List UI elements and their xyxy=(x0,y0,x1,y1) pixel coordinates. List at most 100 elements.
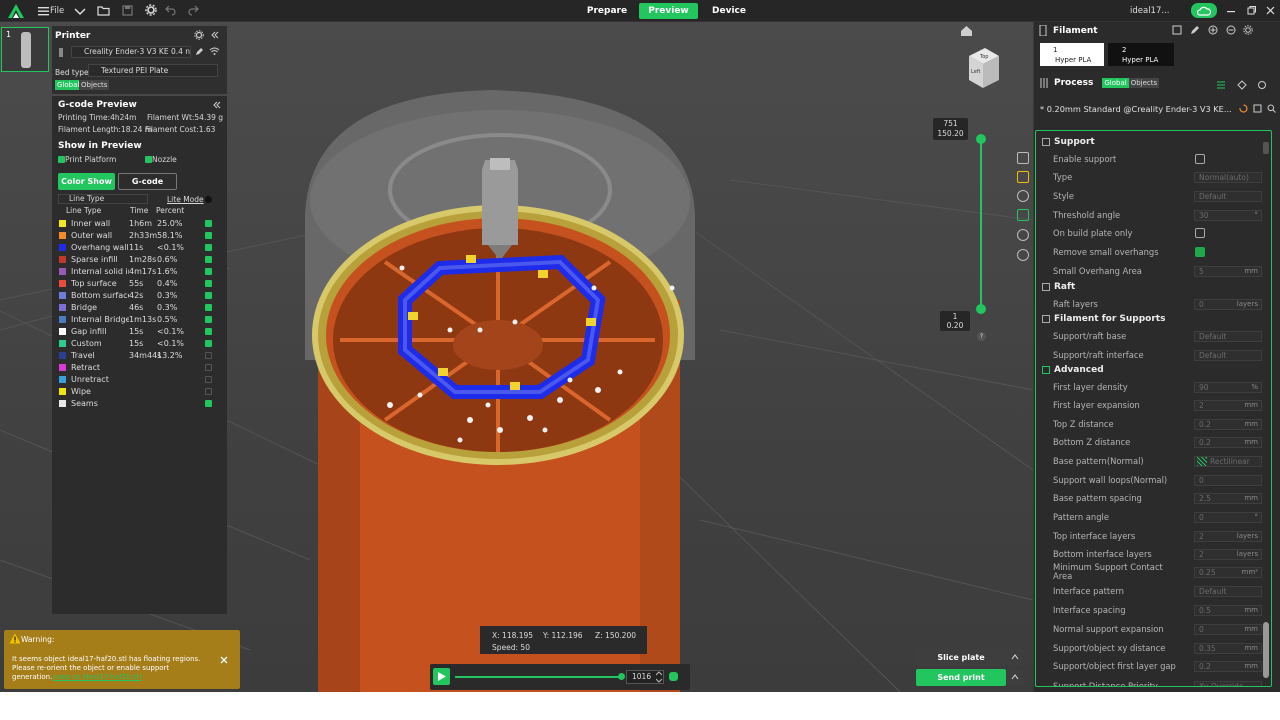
build-plate-only-checkbox[interactable] xyxy=(1195,228,1205,238)
gcode-button[interactable]: G-code xyxy=(118,173,177,190)
line-color-swatch[interactable] xyxy=(59,279,66,287)
home-icon[interactable] xyxy=(960,25,973,37)
3d-viewport[interactable]: Top Left 751 150.20 1 0.20 ? 1 Printer C… xyxy=(0,22,1033,692)
edit-pencil-icon[interactable] xyxy=(195,47,204,56)
support-icon[interactable] xyxy=(1017,209,1029,221)
line-type-visibility-checkbox[interactable] xyxy=(205,279,212,287)
line-type-visibility-checkbox[interactable] xyxy=(205,291,212,299)
bottom-z-distance-input[interactable]: 0.2 mm xyxy=(1194,436,1262,448)
filament-settings-icon[interactable] xyxy=(1243,25,1253,35)
edit-profile-icon[interactable] xyxy=(1253,104,1262,113)
top-interface-layers-input[interactable]: 2 layers xyxy=(1194,530,1262,542)
remove-small-overhangs-checkbox[interactable] xyxy=(1195,247,1205,257)
base-pattern-input[interactable]: Rectilinear xyxy=(1194,455,1262,467)
move-slider-handle[interactable] xyxy=(618,673,625,680)
line-type-visibility-checkbox[interactable] xyxy=(205,267,212,275)
support-object-first-layer-gap-input[interactable]: 0.2 mm xyxy=(1194,660,1262,672)
color-show-button[interactable]: Color Show xyxy=(58,173,115,190)
speed-icon[interactable] xyxy=(1017,190,1029,202)
print-platform-toggle[interactable]: Print Platform xyxy=(58,155,116,164)
printer-select[interactable]: Creality Ender-3 V3 KE 0.4 noz... xyxy=(71,46,191,58)
add-filament-icon[interactable] xyxy=(1208,25,1218,35)
line-type-visibility-checkbox[interactable] xyxy=(205,327,212,335)
wifi-icon[interactable] xyxy=(209,47,220,56)
line-type-visibility-checkbox[interactable] xyxy=(205,255,212,263)
nozzle-toggle[interactable]: Nozzle xyxy=(145,155,177,164)
support-raft-base-select[interactable]: Default xyxy=(1194,330,1262,342)
layer-slider-track[interactable] xyxy=(980,138,982,310)
move-slider-track[interactable] xyxy=(455,676,622,678)
quality-icon[interactable] xyxy=(1017,171,1029,183)
slice-plate-button[interactable]: Slice plate xyxy=(916,649,1006,666)
line-color-swatch[interactable] xyxy=(59,327,66,335)
save-icon[interactable] xyxy=(122,5,133,21)
tab-preview[interactable]: Preview xyxy=(639,3,698,19)
play-button[interactable] xyxy=(433,668,450,685)
settings-scrollbar[interactable] xyxy=(1263,622,1269,678)
line-color-swatch[interactable] xyxy=(59,363,66,371)
chevron-down-icon[interactable] xyxy=(74,6,86,16)
normal-support-expansion-input[interactable]: 0 mm xyxy=(1194,623,1262,635)
type-select[interactable]: Normal(auto) xyxy=(1194,171,1262,183)
plate-thumbnail[interactable]: 1 xyxy=(1,27,49,72)
line-color-swatch[interactable] xyxy=(59,267,66,275)
line-type-visibility-checkbox[interactable] xyxy=(205,315,212,323)
support-wall-loops-input[interactable]: 0 xyxy=(1194,474,1262,486)
file-menu[interactable]: File xyxy=(38,3,86,19)
line-type-visibility-checkbox[interactable] xyxy=(205,231,212,239)
small-overhang-area-input[interactable]: 5 mm xyxy=(1194,265,1262,277)
search-icon[interactable] xyxy=(1267,104,1276,113)
pattern-angle-input[interactable]: 0 ° xyxy=(1194,511,1262,523)
bottom-interface-layers-input[interactable]: 2 layers xyxy=(1194,548,1262,560)
process-scope-objects[interactable]: Objects xyxy=(1128,78,1160,88)
warning-jump-link[interactable]: Jump to ideal17-haf20.stl xyxy=(53,673,141,681)
nozzle-checkbox[interactable] xyxy=(145,156,152,163)
threshold-angle-input[interactable]: 30 ° xyxy=(1194,209,1262,221)
process-scope-global[interactable]: Global xyxy=(1102,78,1129,88)
filament-slot-2[interactable]: 2 Hyper PLA xyxy=(1108,43,1174,66)
view-cube[interactable]: Top Left xyxy=(965,44,1001,92)
line-type-visibility-checkbox[interactable] xyxy=(205,363,212,371)
send-print-button[interactable]: Send print xyxy=(916,669,1006,686)
base-pattern-spacing-input[interactable]: 2.5 mm xyxy=(1194,492,1262,504)
process-more-icon[interactable] xyxy=(1257,80,1267,90)
send-options-button[interactable] xyxy=(1007,669,1023,686)
close-icon[interactable] xyxy=(1266,6,1275,22)
enable-support-checkbox[interactable] xyxy=(1195,154,1205,164)
tab-prepare[interactable]: Prepare xyxy=(582,3,632,19)
app-logo-icon[interactable] xyxy=(8,4,24,18)
layer-slider-bottom-handle[interactable] xyxy=(976,304,986,314)
min-support-contact-area-input[interactable]: 0.25 mm² xyxy=(1194,566,1262,578)
interface-pattern-input[interactable]: Default xyxy=(1194,585,1262,597)
support-distance-priority-input[interactable]: Xy Override xyxy=(1194,680,1262,686)
printer-scope-global[interactable]: Global xyxy=(55,80,82,90)
maximize-icon[interactable] xyxy=(1247,6,1256,22)
gear-icon[interactable] xyxy=(145,4,157,20)
line-color-swatch[interactable] xyxy=(59,255,66,263)
cloud-sync-button[interactable] xyxy=(1191,3,1217,18)
raft-layers-input[interactable]: 0 layers xyxy=(1194,298,1262,310)
line-type-visibility-checkbox[interactable] xyxy=(205,375,212,383)
line-type-visibility-checkbox[interactable] xyxy=(205,339,212,347)
undo-icon[interactable] xyxy=(165,5,176,21)
style-select[interactable]: Default xyxy=(1194,190,1262,202)
slider-help-icon[interactable]: ? xyxy=(977,332,986,341)
settings-scroll-up[interactable] xyxy=(1263,142,1269,154)
line-color-swatch[interactable] xyxy=(59,291,66,299)
line-color-swatch[interactable] xyxy=(59,387,66,395)
collapse-panel-icon[interactable] xyxy=(211,31,219,39)
line-type-visibility-checkbox[interactable] xyxy=(205,303,212,311)
layer-list-icon[interactable] xyxy=(1017,152,1029,164)
open-folder-icon[interactable] xyxy=(97,5,110,21)
line-type-visibility-checkbox[interactable] xyxy=(205,243,212,251)
line-color-swatch[interactable] xyxy=(59,231,66,239)
line-color-swatch[interactable] xyxy=(59,375,66,383)
redo-icon[interactable] xyxy=(188,5,199,21)
bed-type-select[interactable]: Textured PEI Plate xyxy=(88,64,218,77)
others-gear-icon[interactable] xyxy=(1017,229,1029,241)
line-type-visibility-checkbox[interactable] xyxy=(205,219,212,227)
printer-scope-objects[interactable]: Objects xyxy=(79,80,110,90)
first-layer-density-input[interactable]: 90% xyxy=(1194,381,1262,393)
minimize-icon[interactable] xyxy=(1227,7,1236,23)
account-name[interactable]: ideal17... xyxy=(1130,3,1169,19)
